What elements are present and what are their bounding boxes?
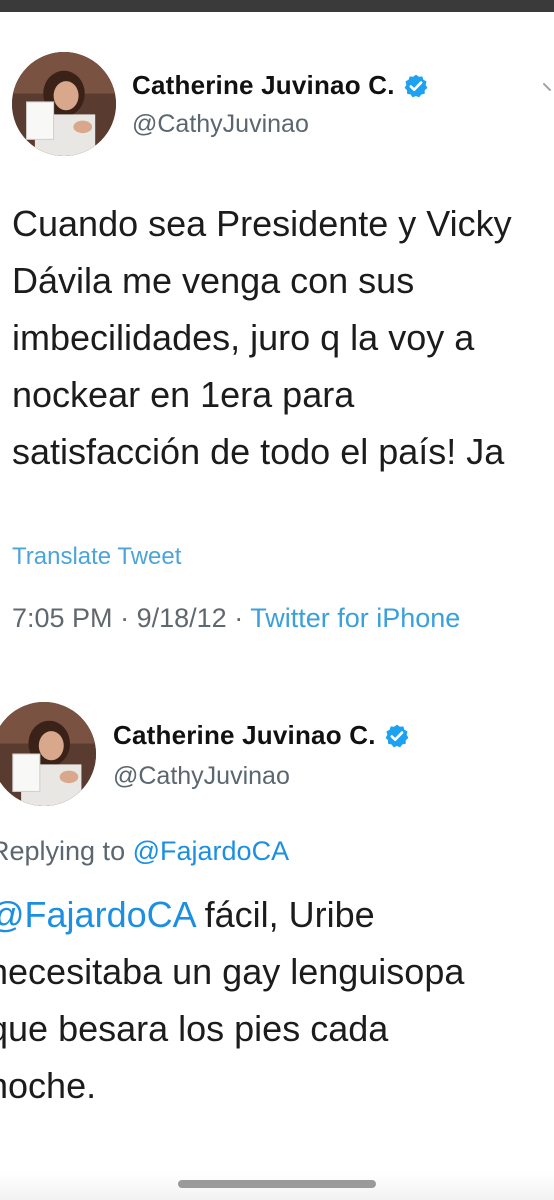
replying-to: Replying to @FajardoCA [0,836,289,867]
tweet-meta: 7:05 PM · 9/18/12 · Twitter for iPhone [12,603,460,634]
tweet-text: @FajardoCA fácil, Uribe necesitaba un ga… [0,886,464,1114]
display-name[interactable]: Catherine Juvinao C. [113,720,376,751]
display-name[interactable]: Catherine Juvinao C. [132,70,395,101]
avatar-photo [0,702,96,806]
tweet-time: 7:05 PM [12,603,113,633]
top-status-bar [0,0,554,12]
replying-mention-link[interactable]: @FajardoCA [133,836,289,866]
avatar[interactable] [12,52,116,156]
author-row[interactable]: Catherine Juvinao C. [113,720,410,751]
screenshot-page: Catherine Juvinao C. @CathyJuvinao Cuand… [0,0,554,1200]
avatar-photo [12,52,116,156]
tweet-source-link[interactable]: Twitter for iPhone [250,603,460,633]
author-handle[interactable]: @CathyJuvinao [113,762,290,791]
verified-badge-icon [384,723,410,749]
home-indicator[interactable] [178,1180,376,1188]
avatar[interactable] [0,702,96,806]
chevron-down-icon[interactable] [542,78,554,96]
tweet-text: Cuando sea Presidente y Vicky Dávila me … [12,203,512,472]
verified-badge-icon [403,73,429,99]
replying-label: Replying to [0,836,126,866]
mention-link[interactable]: @FajardoCA [0,894,195,935]
translate-tweet-link[interactable]: Translate Tweet [12,543,181,571]
author-handle[interactable]: @CathyJuvinao [132,110,309,139]
meta-separator: · [234,603,251,633]
meta-separator: · [120,603,137,633]
tweet-date: 9/18/12 [136,603,227,633]
author-row[interactable]: Catherine Juvinao C. [132,70,429,101]
